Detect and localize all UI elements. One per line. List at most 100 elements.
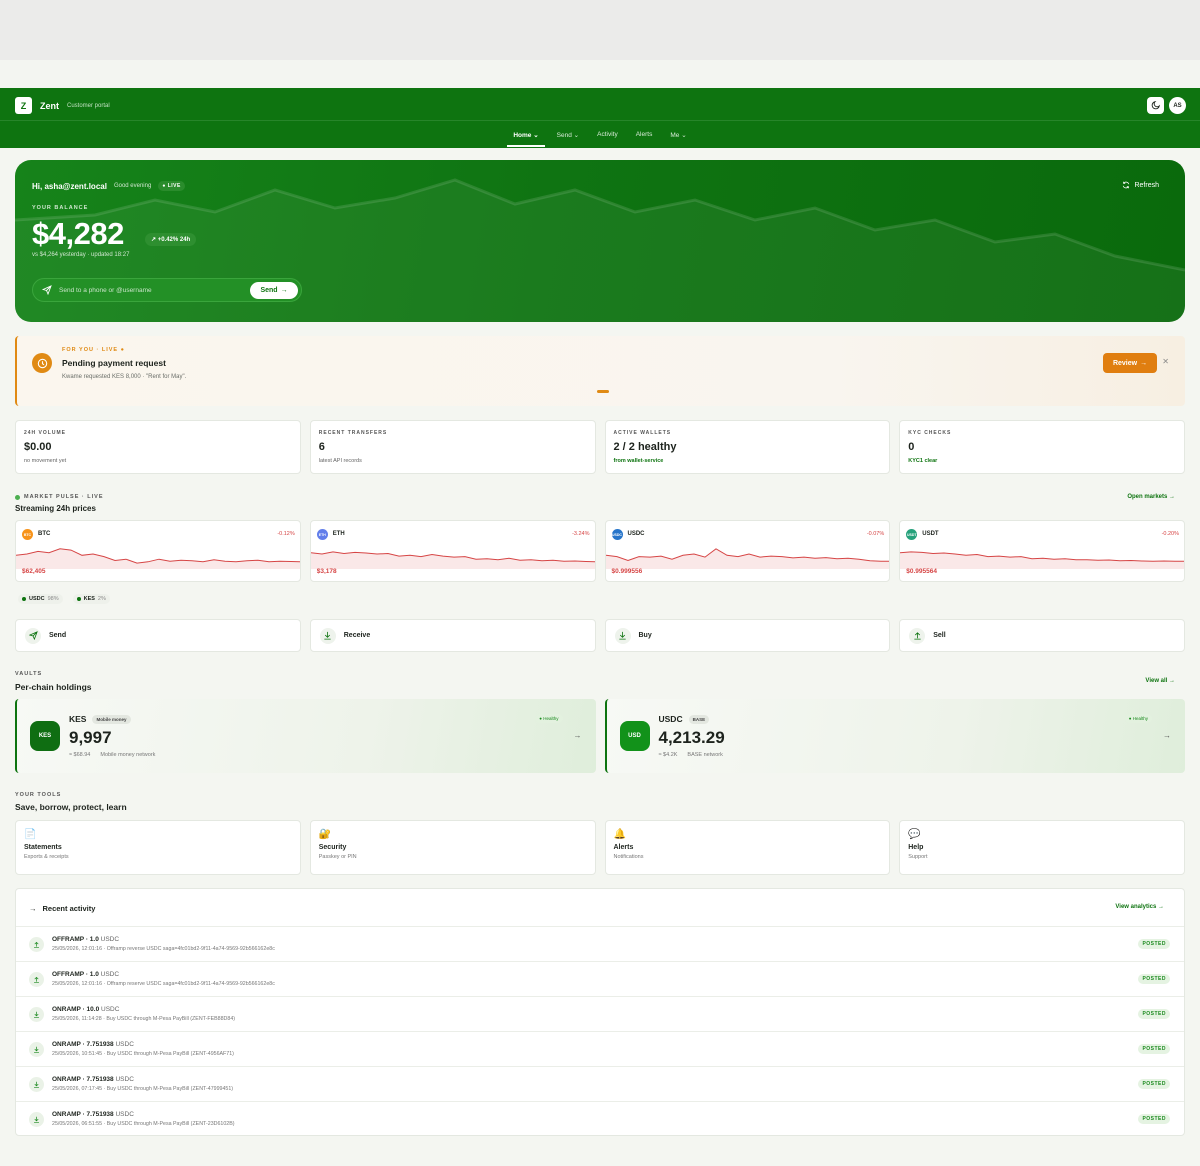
nav-home[interactable]: Home ⌄ — [507, 121, 546, 148]
stats-row: 24H VOLUME $0.00 no movement yet RECENT … — [15, 420, 1185, 474]
stat-value: $0.00 — [24, 441, 52, 453]
chat-bubble-icon: 💬 — [908, 829, 921, 840]
time-of-day: Good evening — [113, 183, 152, 189]
vault-badge: USD — [619, 721, 650, 751]
activity-row[interactable]: ONRAMP · 7.751938 USDC 25/05/2026, 06:51:… — [16, 1102, 1184, 1137]
view-all-link[interactable]: View all → — [1145, 678, 1175, 684]
ticker-change: -0.07% — [866, 531, 885, 537]
avatar[interactable]: AS — [1169, 97, 1186, 114]
send-input[interactable]: Send to a phone or @username Send → — [32, 278, 302, 302]
sparkline-area — [900, 551, 1185, 569]
balance-change-badge: ↗ +0.42% 24h — [145, 233, 197, 246]
vault-badge: KES — [30, 721, 60, 751]
activity-title: → Recent activity — [29, 904, 95, 913]
activity-sub: 25/05/2026, 11:14:28 · Buy USDC through … — [52, 1016, 236, 1022]
ticker-row: BTC BTC -0.12% $62,405 ETH ETH -3.24% $3,178 USD… — [15, 520, 1185, 582]
activity-row[interactable]: OFFRAMP · 1.0 USDC 25/05/2026, 12:01:16 ·… — [16, 962, 1184, 997]
live-dot-icon — [15, 494, 20, 500]
activity-type-label: ONRAMP · 7.751938 — [52, 1111, 114, 1118]
activity-title-label: Recent activity — [42, 904, 96, 913]
logo-icon: Z — [15, 97, 32, 114]
chevron-down-icon: ⌄ — [533, 132, 539, 139]
tool-name: Alerts — [613, 844, 634, 851]
carousel-indicator[interactable] — [597, 390, 609, 393]
vault-amount: 4,213.29 — [658, 728, 725, 747]
tool-statements[interactable]: 📄 Statements Exports & receipts — [15, 820, 301, 875]
live-badge: ● LIVE — [158, 181, 185, 191]
vault-card-kes[interactable]: KES KES Mobile money 9,997 ≈ $68.94 Mobile… — [15, 699, 596, 773]
send-icon — [25, 627, 41, 644]
vault-card-usdc[interactable]: USD USDC BASE 4,213.29 ≈ $4.2K BASE networ… — [604, 699, 1185, 773]
download-icon — [29, 1007, 44, 1022]
moon-icon — [1151, 101, 1160, 110]
tool-alerts[interactable]: 🔔 Alerts Notifications — [604, 820, 891, 875]
activity-sub: 25/05/2026, 07:17:45 · Buy USDC through … — [52, 1086, 234, 1092]
send-button[interactable]: Send → — [250, 282, 298, 299]
nav-alerts[interactable]: Alerts — [636, 121, 653, 148]
activity-currency: USDC — [115, 1111, 134, 1118]
vault-name: KES — [69, 714, 87, 724]
nav-activity[interactable]: Activity — [597, 121, 618, 148]
activity-sub: 25/05/2026, 12:01:16 · Offramp reverse U… — [52, 946, 275, 952]
market-tag: MARKET PULSE · LIVE — [15, 494, 104, 500]
review-button[interactable]: Review → — [1103, 353, 1157, 373]
ticker-card-usdt[interactable]: USDT USDT -0.20% $0.995564 — [899, 520, 1185, 582]
stat-card: RECENT TRANSFERS 6 latest API records — [309, 420, 596, 474]
ticker-price: $62,405 — [22, 568, 46, 575]
dot-icon — [22, 597, 26, 601]
action-label: Buy — [638, 632, 652, 639]
tool-security[interactable]: 🔐 Security Passkey or PIN — [309, 820, 596, 875]
vault-approx: ≈ $4.2K — [658, 752, 678, 758]
stat-card: KYC CHECKS 0 KYC1 clear — [899, 420, 1185, 474]
brand-name: Zent — [40, 100, 59, 111]
send-action-button[interactable]: Send — [15, 619, 301, 652]
activity-row[interactable]: ONRAMP · 7.751938 USDC 25/05/2026, 07:17:… — [16, 1067, 1184, 1102]
arrow-right-icon: → — [573, 731, 582, 740]
activity-row[interactable]: OFFRAMP · 1.0 USDC 25/05/2026, 12:01:16 ·… — [16, 927, 1184, 962]
theme-toggle-button[interactable] — [1147, 97, 1164, 114]
vaults-title: Per-chain holdings — [15, 682, 92, 692]
activity-currency: USDC — [115, 1041, 134, 1048]
stat-sub: KYC1 clear — [908, 458, 938, 464]
ticker-symbol: USDT — [922, 531, 939, 537]
activity-row[interactable]: ONRAMP · 10.0 USDC 25/05/2026, 11:14:28 ·… — [16, 997, 1184, 1032]
receive-action-button[interactable]: Receive — [309, 619, 596, 652]
ticker-card-btc[interactable]: BTC BTC -0.12% $62,405 — [15, 520, 301, 582]
status-badge: POSTED — [1138, 1044, 1170, 1054]
greeting: Hi, asha@zent.local — [32, 181, 107, 191]
chevron-down-icon: ⌄ — [573, 132, 580, 139]
activity-type: ONRAMP · 7.751938 USDC — [52, 1076, 134, 1083]
sell-action-button[interactable]: Sell — [899, 619, 1185, 652]
lock-icon: 🔐 — [318, 829, 332, 840]
buy-action-button[interactable]: Buy — [604, 619, 891, 652]
tools-title: Save, borrow, protect, learn — [15, 802, 127, 812]
upload-icon — [29, 972, 44, 987]
nav-me[interactable]: Me ⌄ — [670, 121, 686, 148]
activity-type-label: ONRAMP · 7.751938 — [52, 1041, 114, 1048]
ticker-card-usdc[interactable]: USDC USDC -0.07% $0.999556 — [604, 520, 891, 582]
tools-tag: YOUR TOOLS — [15, 792, 62, 798]
nav-send[interactable]: Send ⌄ — [557, 121, 579, 148]
download-icon — [29, 1077, 44, 1092]
tools-row: 📄 Statements Exports & receipts 🔐 Securi… — [15, 820, 1185, 875]
nav-home-label: Home — [513, 132, 532, 139]
health-badge: ● Healthy — [1124, 714, 1152, 723]
close-icon[interactable]: ✕ — [1162, 357, 1169, 366]
activity-type: ONRAMP · 7.751938 USDC — [52, 1041, 134, 1048]
open-markets-link[interactable]: Open markets → — [1127, 494, 1175, 500]
activity-type: ONRAMP · 10.0 USDC — [52, 1006, 119, 1013]
stat-label: 24H VOLUME — [24, 430, 66, 436]
tool-help[interactable]: 💬 Help Support — [899, 820, 1185, 875]
vault-network: Mobile money network — [100, 752, 156, 758]
ticker-price: $0.999556 — [611, 568, 643, 575]
market-title: Streaming 24h prices — [15, 504, 96, 513]
ticker-card-eth[interactable]: ETH ETH -3.24% $3,178 — [309, 520, 596, 582]
action-label: Sell — [933, 632, 946, 639]
activity-row[interactable]: ONRAMP · 7.751938 USDC 25/05/2026, 10:51:… — [16, 1032, 1184, 1067]
view-analytics-link[interactable]: View analytics → — [1115, 904, 1164, 910]
refresh-button[interactable]: Refresh — [1122, 181, 1159, 189]
activity-type-label: ONRAMP · 10.0 — [52, 1006, 100, 1013]
brand[interactable]: Z Zent Customer portal — [15, 97, 110, 114]
vault-network: BASE network — [687, 752, 723, 758]
arrow-right-icon: → — [29, 904, 37, 913]
